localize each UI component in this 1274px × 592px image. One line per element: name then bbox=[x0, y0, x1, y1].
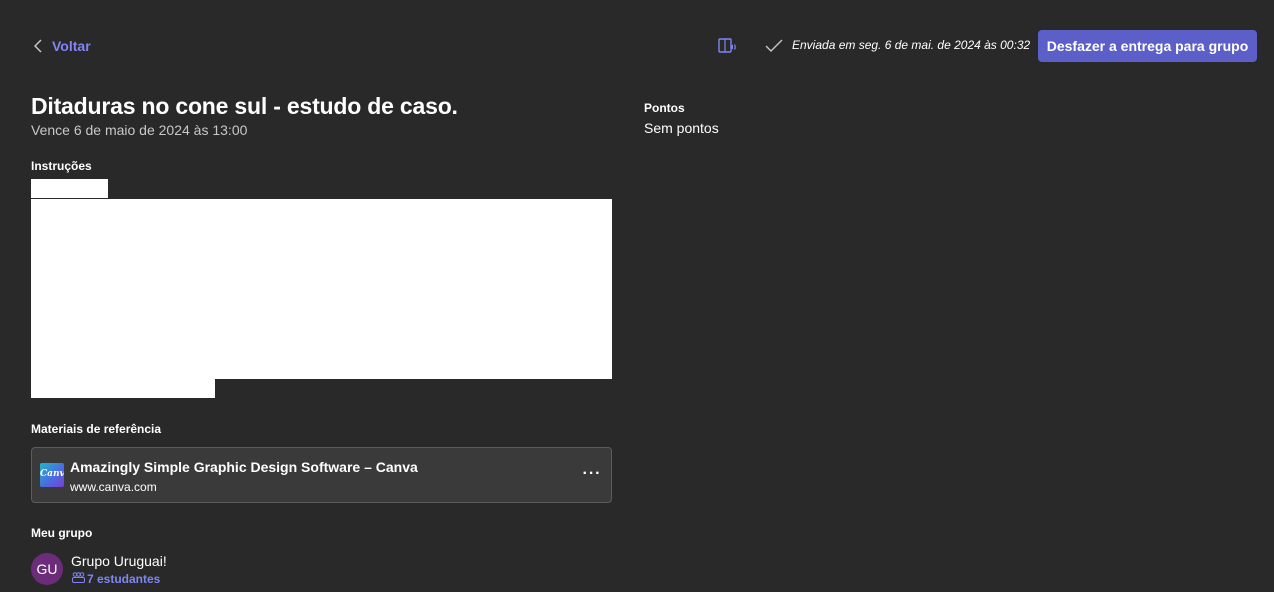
sent-status: Enviada em seg. 6 de mai. de 2024 às 00:… bbox=[792, 38, 1031, 52]
group-avatar: GU bbox=[31, 553, 63, 585]
people-icon bbox=[71, 572, 86, 586]
reference-url: www.canva.com bbox=[70, 480, 157, 494]
canva-logo-text: Canva bbox=[40, 469, 64, 479]
points-label: Pontos bbox=[644, 101, 685, 115]
due-date: Vence 6 de maio de 2024 às 13:00 bbox=[31, 122, 248, 138]
redacted-block bbox=[31, 379, 215, 398]
redacted-block bbox=[31, 199, 612, 379]
instructions-label: Instruções bbox=[31, 159, 92, 173]
undo-turn-in-button[interactable]: Desfazer a entrega para grupo bbox=[1038, 30, 1257, 62]
reference-title: Amazingly Simple Graphic Design Software… bbox=[70, 459, 418, 475]
students-link[interactable]: 7 estudantes bbox=[71, 572, 160, 586]
checkmark-icon bbox=[765, 39, 783, 53]
canva-thumbnail: Canva bbox=[40, 463, 64, 487]
reference-link-card[interactable]: Canva Amazingly Simple Graphic Design So… bbox=[31, 447, 612, 503]
students-count: 7 estudantes bbox=[87, 572, 161, 586]
points-value: Sem pontos bbox=[644, 120, 719, 136]
assignment-title: Ditaduras no cone sul - estudo de caso. bbox=[31, 93, 458, 119]
back-label: Voltar bbox=[52, 38, 91, 54]
back-link[interactable]: Voltar bbox=[34, 36, 91, 56]
group-name: Grupo Uruguai! bbox=[71, 553, 167, 569]
reference-materials-label: Materiais de referência bbox=[31, 422, 162, 436]
immersive-reader-icon[interactable] bbox=[718, 37, 738, 55]
redacted-block bbox=[31, 179, 108, 198]
chevron-left-icon bbox=[34, 39, 42, 53]
more-options-icon[interactable]: ··· bbox=[580, 462, 604, 486]
my-group-label: Meu grupo bbox=[31, 526, 93, 540]
